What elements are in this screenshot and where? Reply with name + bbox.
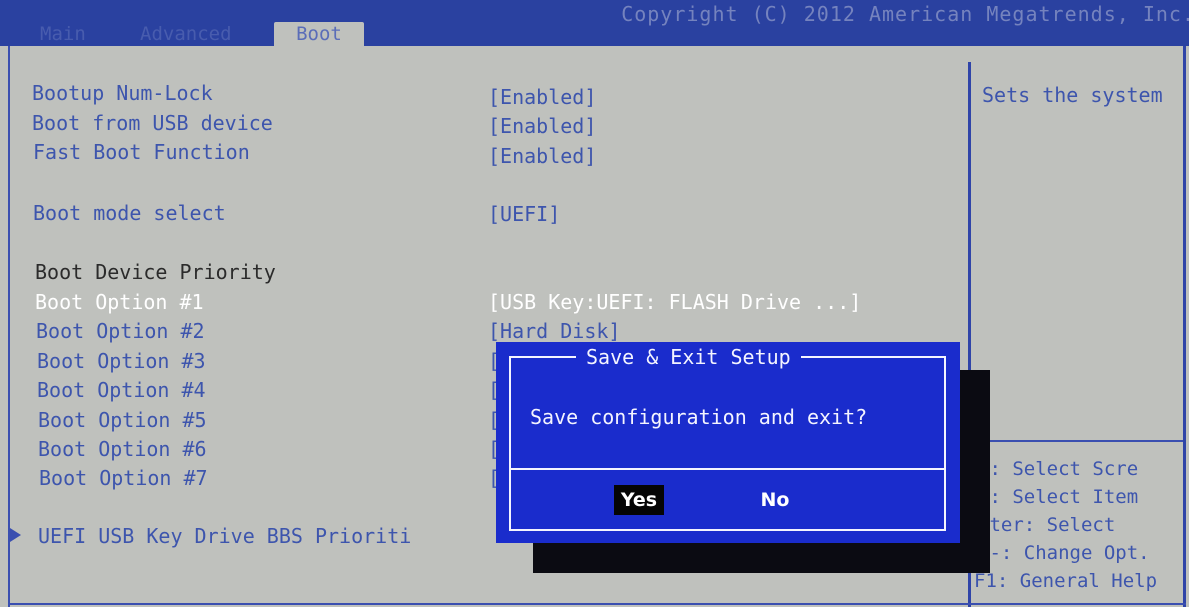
- boot-option-2-value[interactable]: [Hard Disk]: [488, 318, 620, 344]
- tab-main[interactable]: Main: [30, 22, 96, 46]
- boot-option-4-label[interactable]: Boot Option #4: [37, 377, 206, 403]
- dialog-message: Save configuration and exit?: [530, 405, 868, 429]
- panel-border-right: [1183, 46, 1186, 607]
- dialog-frame: [509, 356, 946, 531]
- tab-boot[interactable]: Boot: [274, 22, 364, 46]
- help-separator: [971, 440, 1183, 442]
- boot-option-5-label[interactable]: Boot Option #5: [38, 407, 207, 433]
- boot-option-3-label[interactable]: Boot Option #3: [37, 348, 206, 374]
- submenu-arrow-icon: [10, 528, 21, 542]
- setting-value-boot-from-usb[interactable]: [Enabled]: [488, 113, 596, 139]
- key-hint-general-help: F1: General Help: [974, 570, 1158, 592]
- setting-value-fast-boot[interactable]: [Enabled]: [488, 143, 596, 169]
- panel-border-bottom: [8, 603, 1186, 605]
- tab-advanced[interactable]: Advanced: [130, 22, 242, 46]
- boot-option-1-label[interactable]: Boot Option #1: [35, 289, 204, 315]
- setting-label-boot-mode[interactable]: Boot mode select: [33, 200, 226, 226]
- boot-option-1-value[interactable]: [USB Key:UEFI: FLASH Drive ...]: [488, 289, 861, 315]
- dialog-yes-button[interactable]: Yes: [614, 485, 664, 515]
- boot-option-6-label[interactable]: Boot Option #6: [38, 436, 207, 462]
- dialog-title: Save & Exit Setup: [576, 344, 801, 370]
- vendor-copyright: Copyright (C) 2012 American Megatrends, …: [621, 2, 1189, 26]
- key-hint-enter-select: nter: Select: [978, 514, 1116, 536]
- key-hint-select-item: ↓: Select Item: [978, 486, 1139, 508]
- bios-screen: Copyright (C) 2012 American Megatrends, …: [0, 0, 1189, 607]
- setting-label-fast-boot[interactable]: Fast Boot Function: [33, 139, 250, 165]
- boot-option-2-label[interactable]: Boot Option #2: [36, 318, 205, 344]
- boot-priority-title: Boot Device Priority: [35, 260, 276, 284]
- boot-option-7-label[interactable]: Boot Option #7: [39, 465, 208, 491]
- setting-value-boot-mode[interactable]: [UEFI]: [488, 201, 560, 227]
- dialog-no-button[interactable]: No: [750, 485, 800, 515]
- bios-menu-bar: Copyright (C) 2012 American Megatrends, …: [0, 0, 1189, 46]
- setting-value-bootup-numlock[interactable]: [Enabled]: [488, 84, 596, 110]
- key-hint-change-opt: /-: Change Opt.: [978, 542, 1150, 564]
- setting-label-bootup-numlock[interactable]: Bootup Num-Lock: [32, 80, 213, 106]
- key-hint-select-screen: ←: Select Scre: [978, 458, 1139, 480]
- panel-border-left: [8, 46, 10, 607]
- save-exit-dialog: Save & Exit Setup Save configuration and…: [496, 342, 960, 543]
- submenu-uefi-usb-bbs[interactable]: UEFI USB Key Drive BBS Prioriti: [38, 523, 411, 549]
- dialog-divider: [509, 468, 946, 470]
- help-description: Sets the system: [982, 83, 1163, 107]
- setting-label-boot-from-usb[interactable]: Boot from USB device: [32, 110, 273, 136]
